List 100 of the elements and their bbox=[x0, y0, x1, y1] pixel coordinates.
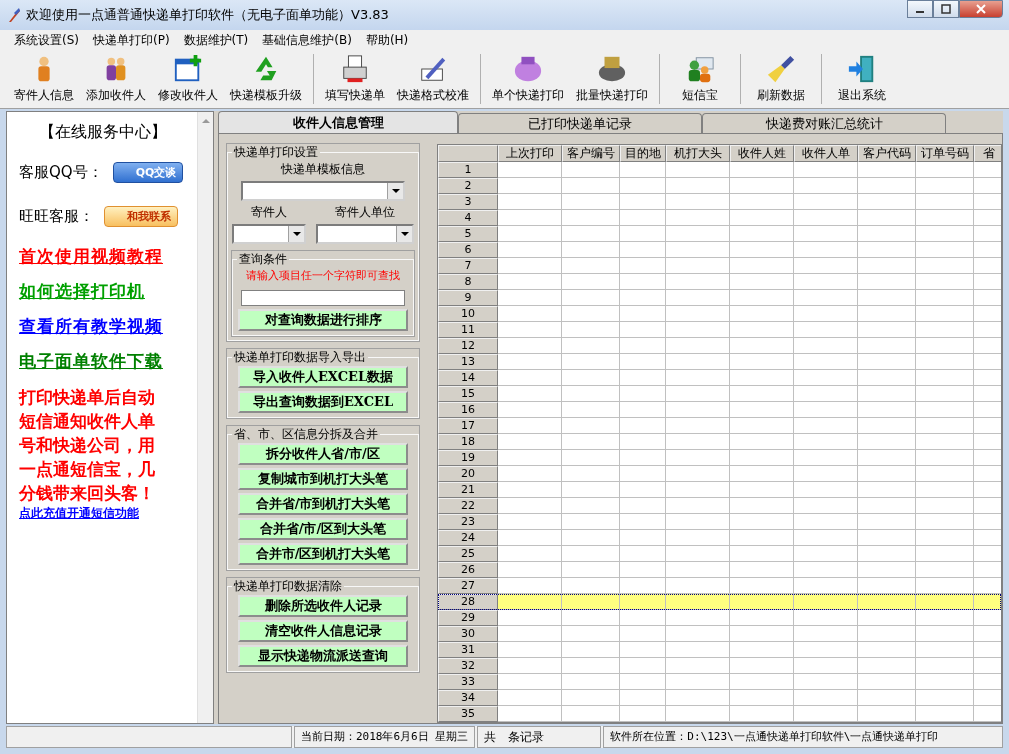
toolbar-button[interactable]: 退出系统 bbox=[827, 50, 897, 108]
column-header[interactable]: 收件人单 bbox=[794, 145, 858, 162]
table-row[interactable]: 1 bbox=[438, 162, 1001, 178]
table-row[interactable]: 26 bbox=[438, 562, 1001, 578]
action-button[interactable]: 合并省/市到机打大头笔 bbox=[238, 493, 408, 515]
table-row[interactable]: 18 bbox=[438, 434, 1001, 450]
table-row[interactable]: 12 bbox=[438, 338, 1001, 354]
recharge-link[interactable]: 点此充值开通短信功能 bbox=[19, 505, 139, 522]
table-row[interactable]: 32 bbox=[438, 658, 1001, 674]
action-button[interactable]: 拆分收件人省/市/区 bbox=[238, 443, 408, 465]
table-row[interactable]: 28 bbox=[438, 594, 1001, 610]
menu-item[interactable]: 基础信息维护(B) bbox=[256, 31, 358, 49]
menu-item[interactable]: 系统设置(S) bbox=[8, 31, 85, 49]
table-row[interactable]: 4 bbox=[438, 210, 1001, 226]
tutorial-link[interactable]: 电子面单软件下载 bbox=[19, 350, 163, 373]
action-button[interactable]: 导入收件人EXCEL数据 bbox=[238, 366, 408, 388]
table-row[interactable]: 35 bbox=[438, 706, 1001, 722]
table-row[interactable]: 17 bbox=[438, 418, 1001, 434]
toolbar-button[interactable]: 批量快递打印 bbox=[570, 50, 654, 108]
row-number: 3 bbox=[438, 194, 498, 210]
table-row[interactable]: 8 bbox=[438, 274, 1001, 290]
column-header[interactable]: 省 bbox=[974, 145, 1001, 162]
tutorial-link[interactable]: 查看所有教学视频 bbox=[19, 315, 163, 338]
group-title: 省、市、区信息分拆及合并 bbox=[233, 426, 379, 443]
menu-item[interactable]: 数据维护(T) bbox=[177, 31, 255, 49]
field-label: 快递单模板信息 bbox=[281, 161, 365, 178]
table-row[interactable]: 7 bbox=[438, 258, 1001, 274]
tab[interactable]: 收件人信息管理 bbox=[218, 111, 458, 133]
table-row[interactable]: 10 bbox=[438, 306, 1001, 322]
status-text: 共 条记录 bbox=[477, 726, 602, 748]
toolbar-button[interactable]: 单个快递打印 bbox=[486, 50, 570, 108]
row-number: 17 bbox=[438, 418, 498, 434]
table-row[interactable]: 20 bbox=[438, 466, 1001, 482]
column-header[interactable]: 目的地 bbox=[620, 145, 666, 162]
table-row[interactable]: 21 bbox=[438, 482, 1001, 498]
minimize-button[interactable] bbox=[907, 0, 933, 18]
table-row[interactable]: 30 bbox=[438, 626, 1001, 642]
template-dropdown[interactable] bbox=[241, 181, 405, 201]
toolbar-button[interactable]: 快递格式校准 bbox=[391, 50, 475, 108]
toolbar-button[interactable]: 寄件人信息 bbox=[8, 50, 80, 108]
column-header[interactable]: 客户编号 bbox=[562, 145, 620, 162]
column-header[interactable]: 客户代码 bbox=[858, 145, 916, 162]
row-number: 6 bbox=[438, 242, 498, 258]
table-row[interactable]: 31 bbox=[438, 642, 1001, 658]
toolbar-button[interactable]: 刷新数据 bbox=[746, 50, 816, 108]
column-header[interactable]: 上次打印 bbox=[498, 145, 562, 162]
column-header[interactable]: 机打大头 bbox=[666, 145, 730, 162]
chat-button[interactable]: 和我联系 bbox=[104, 205, 178, 227]
toolbar-button[interactable]: 修改收件人 bbox=[152, 50, 224, 108]
action-button[interactable]: 复制城市到机打大头笔 bbox=[238, 468, 408, 490]
search-hint: 请输入项目任一个字符即可查找 bbox=[246, 268, 400, 283]
table-row[interactable]: 2 bbox=[438, 178, 1001, 194]
table-row[interactable]: 24 bbox=[438, 530, 1001, 546]
action-button[interactable]: 清空收件人信息记录 bbox=[238, 620, 408, 642]
table-row[interactable]: 19 bbox=[438, 450, 1001, 466]
action-button[interactable]: 导出查询数据到EXCEL bbox=[238, 391, 408, 413]
row-number: 8 bbox=[438, 274, 498, 290]
sender-unit-dropdown[interactable] bbox=[316, 224, 414, 244]
close-button[interactable] bbox=[959, 0, 1003, 18]
tutorial-link[interactable]: 首次使用视频教程 bbox=[19, 245, 163, 268]
table-row[interactable]: 22 bbox=[438, 498, 1001, 514]
row-number: 5 bbox=[438, 226, 498, 242]
column-header[interactable]: 收件人姓 bbox=[730, 145, 794, 162]
table-row[interactable]: 29 bbox=[438, 610, 1001, 626]
table-row[interactable]: 11 bbox=[438, 322, 1001, 338]
column-header[interactable]: 订单号码 bbox=[916, 145, 974, 162]
vertical-scrollbar[interactable] bbox=[197, 112, 213, 723]
toolbar-button[interactable]: 填写快递单 bbox=[319, 50, 391, 108]
table-row[interactable]: 6 bbox=[438, 242, 1001, 258]
maximize-button[interactable] bbox=[933, 0, 959, 18]
action-button[interactable]: 合并市/区到机打大头笔 bbox=[238, 543, 408, 565]
action-button[interactable]: 合并省/市/区到大头笔 bbox=[238, 518, 408, 540]
table-row[interactable]: 33 bbox=[438, 674, 1001, 690]
row-number: 4 bbox=[438, 210, 498, 226]
table-row[interactable]: 5 bbox=[438, 226, 1001, 242]
action-button[interactable]: 对查询数据进行排序 bbox=[238, 309, 408, 331]
table-row[interactable]: 3 bbox=[438, 194, 1001, 210]
tab[interactable]: 已打印快递单记录 bbox=[458, 113, 702, 133]
search-field[interactable] bbox=[241, 290, 405, 306]
menu-item[interactable]: 帮助(H) bbox=[359, 31, 415, 49]
table-row[interactable]: 23 bbox=[438, 514, 1001, 530]
table-row[interactable]: 9 bbox=[438, 290, 1001, 306]
minimize-icon bbox=[916, 11, 924, 13]
table-row[interactable]: 16 bbox=[438, 402, 1001, 418]
toolbar-button[interactable]: 短信宝 bbox=[665, 50, 735, 108]
table-row[interactable]: 14 bbox=[438, 370, 1001, 386]
table-row[interactable]: 15 bbox=[438, 386, 1001, 402]
action-button[interactable]: 删除所选收件人记录 bbox=[238, 595, 408, 617]
sender-dropdown[interactable] bbox=[232, 224, 306, 244]
toolbar-button[interactable]: 添加收件人 bbox=[80, 50, 152, 108]
action-button[interactable]: 显示快递物流派送查询 bbox=[238, 645, 408, 667]
table-row[interactable]: 13 bbox=[438, 354, 1001, 370]
row-number: 31 bbox=[438, 642, 498, 658]
toolbar-button[interactable]: 快递模板升级 bbox=[224, 50, 308, 108]
header-corner bbox=[438, 145, 498, 162]
table-row[interactable]: 25 bbox=[438, 546, 1001, 562]
table-row[interactable]: 34 bbox=[438, 690, 1001, 706]
row-number: 30 bbox=[438, 626, 498, 642]
tab[interactable]: 快递费对账汇总统计 bbox=[702, 113, 946, 133]
menu-item[interactable]: 快递单打印(P) bbox=[87, 31, 176, 49]
